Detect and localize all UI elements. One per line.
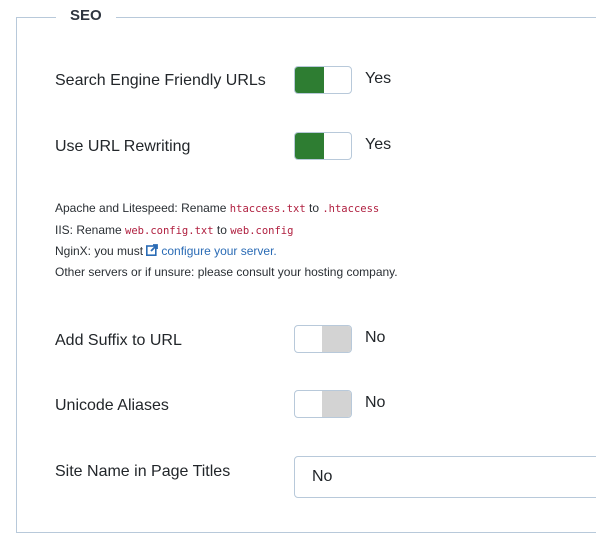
toggle-fill (295, 133, 324, 159)
url-rewriting-state: Yes (365, 136, 392, 153)
url-rewriting-label: Use URL Rewriting (55, 138, 191, 155)
site-name-select[interactable]: No (294, 456, 596, 498)
note-other: Other servers or if unsure: please consu… (55, 264, 398, 279)
suffix-state: No (365, 329, 386, 346)
unicode-aliases-state: No (365, 394, 386, 411)
note-text: NginX: you must (55, 244, 147, 258)
code-htaccess-txt: htaccess.txt (229, 203, 306, 215)
note-text: IIS: Rename (55, 222, 126, 237)
unicode-aliases-label: Unicode Aliases (55, 397, 169, 414)
sef-urls-state: Yes (365, 70, 392, 87)
toggle-fill (295, 67, 324, 93)
site-name-label: Site Name in Page Titles (55, 463, 231, 480)
toggle-fill (322, 391, 351, 417)
fieldset-legend: SEO (56, 7, 116, 24)
configure-server-link[interactable]: configure your server. (146, 244, 277, 258)
suffix-toggle[interactable] (294, 325, 352, 353)
url-rewriting-toggle[interactable] (294, 132, 352, 160)
note-text: to (213, 222, 231, 237)
suffix-label: Add Suffix to URL (55, 332, 182, 349)
note-text: Apache and Litespeed: Rename (55, 201, 230, 215)
code-web-config: web.config (230, 224, 294, 237)
code-web-config-txt: web.config.txt (125, 224, 214, 237)
note-apache: Apache and Litespeed: Rename htaccess.tx… (55, 198, 398, 220)
note-text: to (305, 201, 323, 215)
sef-urls-label: Search Engine Friendly URLs (55, 72, 266, 89)
rewrite-notes: Apache and Litespeed: Rename htaccess.tx… (55, 198, 398, 282)
note-iis: IIS: Rename web.config.txt to web.config (55, 220, 398, 242)
unicode-aliases-toggle[interactable] (294, 390, 352, 418)
sef-urls-toggle[interactable] (294, 66, 352, 94)
external-link-icon (146, 244, 159, 256)
code-htaccess: .htaccess (322, 203, 380, 215)
link-text: configure your server. (161, 244, 277, 258)
toggle-fill (322, 326, 351, 352)
note-nginx: NginX: you must configure your server. (55, 241, 398, 262)
